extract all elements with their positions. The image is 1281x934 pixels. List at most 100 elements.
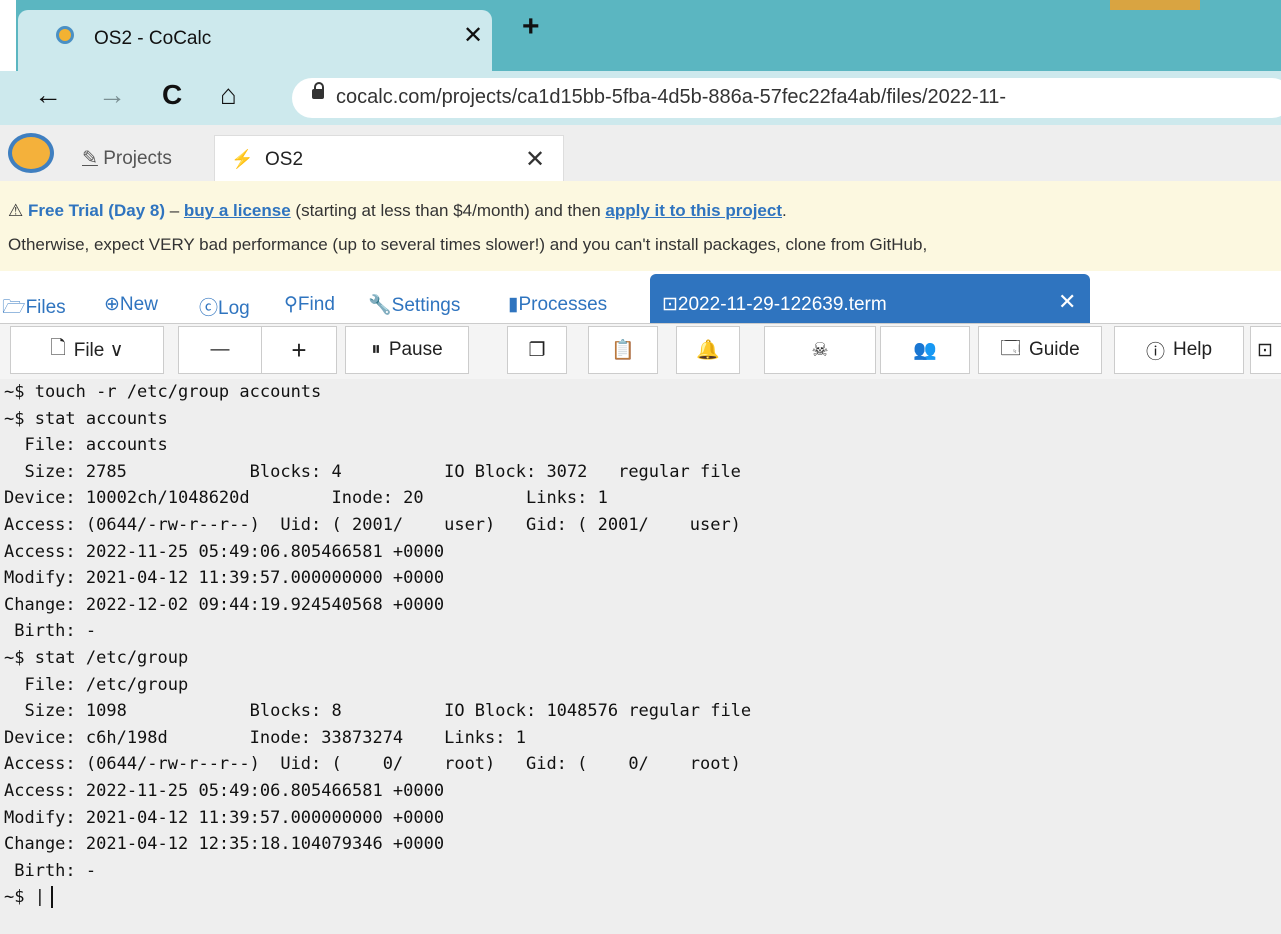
tab-terminal-file[interactable]: ⊡2022-11-29-122639.term ✕ bbox=[650, 274, 1090, 323]
url-input[interactable]: cocalc.com/projects/ca1d15bb-5fba-4d5b-8… bbox=[292, 78, 1281, 118]
overflow-button[interactable]: ⊡ bbox=[1250, 326, 1281, 374]
terminal-line: ~$ stat /etc/group bbox=[4, 647, 189, 668]
tab-find-label: Find bbox=[297, 294, 335, 315]
file-menu-button[interactable]: 🗋 File ∨ bbox=[10, 326, 164, 374]
pause-button[interactable]: ⏸ Pause bbox=[345, 326, 469, 374]
project-tab-close-icon[interactable]: ✕ bbox=[525, 145, 545, 174]
tab-log[interactable]: ⓒLog bbox=[199, 293, 250, 320]
terminal-line: File: accounts bbox=[4, 435, 168, 456]
pause-label: Pause bbox=[388, 339, 443, 360]
terminal-output[interactable]: ~$ touch -r /etc/group accounts ~$ stat … bbox=[0, 379, 1281, 934]
terminal-prompt: ~$ | bbox=[4, 887, 45, 908]
terminal-line: Change: 2021-04-12 12:35:18.104079346 +0… bbox=[4, 834, 445, 855]
project-run-icon: ⚡ bbox=[231, 149, 254, 169]
buy-license-link[interactable]: buy a license bbox=[184, 201, 291, 220]
terminal-small-icon: ⊡ bbox=[1257, 339, 1273, 361]
search-icon: ⚲ bbox=[284, 294, 298, 315]
wrench-icon: 🔧 bbox=[368, 295, 392, 316]
tab-new-label: New bbox=[119, 294, 158, 315]
tab-files-label: Files bbox=[25, 297, 66, 318]
free-trial-banner: ⚠ Free Trial (Day 8) – buy a license (st… bbox=[0, 181, 1281, 272]
project-file-tabs: 🗁Files ⊕New ⓒLog ⚲Find 🔧Settings ▮Proces… bbox=[0, 271, 1281, 323]
tab-settings-label: Settings bbox=[391, 295, 461, 316]
terminal-line: Change: 2022-12-02 09:44:19.924540568 +0… bbox=[4, 594, 445, 615]
help-icon: ⓘ bbox=[1145, 341, 1165, 363]
help-label: Help bbox=[1172, 339, 1213, 360]
banner-line-1: ⚠ Free Trial (Day 8) – buy a license (st… bbox=[8, 201, 787, 221]
tab-strip-accent bbox=[1110, 0, 1200, 10]
banner-period: . bbox=[782, 201, 787, 220]
terminal-line: Size: 2785 Blocks: 4 IO Block: 3072 regu… bbox=[4, 461, 741, 482]
browser-tab-title: OS2 - CoCalc bbox=[94, 28, 212, 49]
url-text: cocalc.com/projects/ca1d15bb-5fba-4d5b-8… bbox=[336, 86, 1007, 108]
cocalc-top-nav: ✎ Projects ⚡ OS2 ✕ bbox=[0, 125, 1281, 182]
tab-strip-corner bbox=[0, 0, 16, 71]
terminal-line: Modify: 2021-04-12 11:39:57.000000000 +0… bbox=[4, 568, 445, 589]
cocalc-favicon-icon bbox=[56, 26, 74, 44]
terminal-line: File: /etc/group bbox=[4, 674, 189, 695]
back-arrow-icon[interactable]: ← bbox=[34, 81, 62, 109]
apply-license-link[interactable]: apply it to this project bbox=[605, 201, 782, 220]
skull-icon: ☠ bbox=[811, 339, 829, 361]
terminal-line: Birth: - bbox=[4, 860, 97, 881]
banner-dash: – bbox=[165, 201, 184, 220]
projects-link[interactable]: ✎ Projects bbox=[82, 147, 172, 170]
terminal-line: Device: 10002ch/1048620d Inode: 20 Links… bbox=[4, 488, 608, 509]
terminal-line: Device: c6h/198d Inode: 33873274 Links: … bbox=[4, 727, 526, 748]
terminal-line: ~$ stat accounts bbox=[4, 408, 168, 429]
tab-processes[interactable]: ▮Processes bbox=[508, 293, 607, 316]
project-tab-os2[interactable]: ⚡ OS2 ✕ bbox=[214, 135, 564, 182]
terminal-line: Size: 1098 Blocks: 8 IO Block: 1048576 r… bbox=[4, 701, 752, 722]
terminal-line: Access: (0644/-rw-r--r--) Uid: ( 2001/ u… bbox=[4, 514, 741, 535]
help-button[interactable]: ⓘ Help bbox=[1114, 326, 1244, 374]
terminal-tab-label: ⊡2022-11-29-122639.term bbox=[662, 293, 887, 316]
forward-arrow-icon[interactable]: → bbox=[98, 81, 126, 109]
cursor-icon bbox=[50, 886, 53, 909]
terminal-tab-filename: 2022-11-29-122639.term bbox=[677, 294, 887, 315]
warning-icon: ⚠ bbox=[8, 201, 24, 220]
terminal-prompt-line[interactable]: ~$ | bbox=[4, 884, 1281, 911]
terminal-line: Access: (0644/-rw-r--r--) Uid: ( 0/ root… bbox=[4, 754, 741, 775]
browser-tab-active[interactable]: OS2 - CoCalc ✕ bbox=[18, 10, 492, 71]
chat-button[interactable]: 👥 bbox=[880, 326, 970, 374]
processes-icon: ▮ bbox=[508, 294, 519, 315]
plus-label: + bbox=[291, 334, 307, 365]
tab-log-label: Log bbox=[218, 298, 250, 319]
browser-tab-close-icon[interactable]: ✕ bbox=[463, 24, 483, 48]
minus-label: — bbox=[210, 339, 230, 360]
cocalc-logo-icon[interactable] bbox=[8, 133, 54, 173]
copy-button[interactable]: ❐ bbox=[507, 326, 567, 374]
decrease-font-button[interactable]: — bbox=[178, 326, 262, 374]
tab-settings[interactable]: 🔧Settings bbox=[368, 293, 460, 317]
guide-icon: 🗔 bbox=[1000, 338, 1021, 359]
guide-label: Guide bbox=[1028, 339, 1080, 360]
tab-find[interactable]: ⚲Find bbox=[284, 293, 335, 316]
pencil-icon: ✎ bbox=[82, 148, 98, 169]
tab-files[interactable]: 🗁Files bbox=[2, 293, 66, 325]
tab-new[interactable]: ⊕New bbox=[104, 293, 158, 316]
paste-icon: 📋 bbox=[611, 340, 635, 361]
lock-icon[interactable] bbox=[312, 82, 324, 99]
banner-line-2: Otherwise, expect VERY bad performance (… bbox=[8, 235, 928, 254]
projects-label: Projects bbox=[103, 148, 172, 169]
terminal-line: Access: 2022-11-25 05:49:06.805466581 +0… bbox=[4, 541, 445, 562]
reload-icon[interactable]: C bbox=[162, 81, 182, 109]
project-tab-label: OS2 bbox=[265, 149, 304, 170]
terminal-line: ~$ touch -r /etc/group accounts bbox=[4, 382, 322, 402]
paste-button[interactable]: 📋 bbox=[588, 326, 658, 374]
new-tab-button[interactable]: + bbox=[522, 12, 540, 42]
tab-processes-label: Processes bbox=[518, 294, 608, 315]
increase-font-button[interactable]: + bbox=[261, 326, 337, 374]
bell-button[interactable]: 🔔 bbox=[676, 326, 740, 374]
free-trial-label: Free Trial (Day 8) bbox=[27, 201, 165, 220]
terminal-line: Birth: - bbox=[4, 621, 97, 642]
terminal-toolbar: 🗋 File ∨ — + ⏸ Pause ❐ 📋 🔔 ☠ 👥 🗔 Guide ⓘ Hel… bbox=[0, 323, 1281, 380]
kill-button[interactable]: ☠ bbox=[764, 326, 876, 374]
guide-button[interactable]: 🗔 Guide bbox=[978, 326, 1102, 374]
terminal-line: Access: 2022-11-25 05:49:06.805466581 +0… bbox=[4, 780, 445, 801]
bell-icon: 🔔 bbox=[696, 340, 720, 361]
terminal-line: Modify: 2021-04-12 11:39:57.000000000 +0… bbox=[4, 807, 445, 828]
terminal-tab-close-icon[interactable]: ✕ bbox=[1058, 289, 1076, 315]
home-icon[interactable]: ⌂ bbox=[220, 81, 237, 109]
folder-icon: 🗁 bbox=[2, 297, 26, 318]
